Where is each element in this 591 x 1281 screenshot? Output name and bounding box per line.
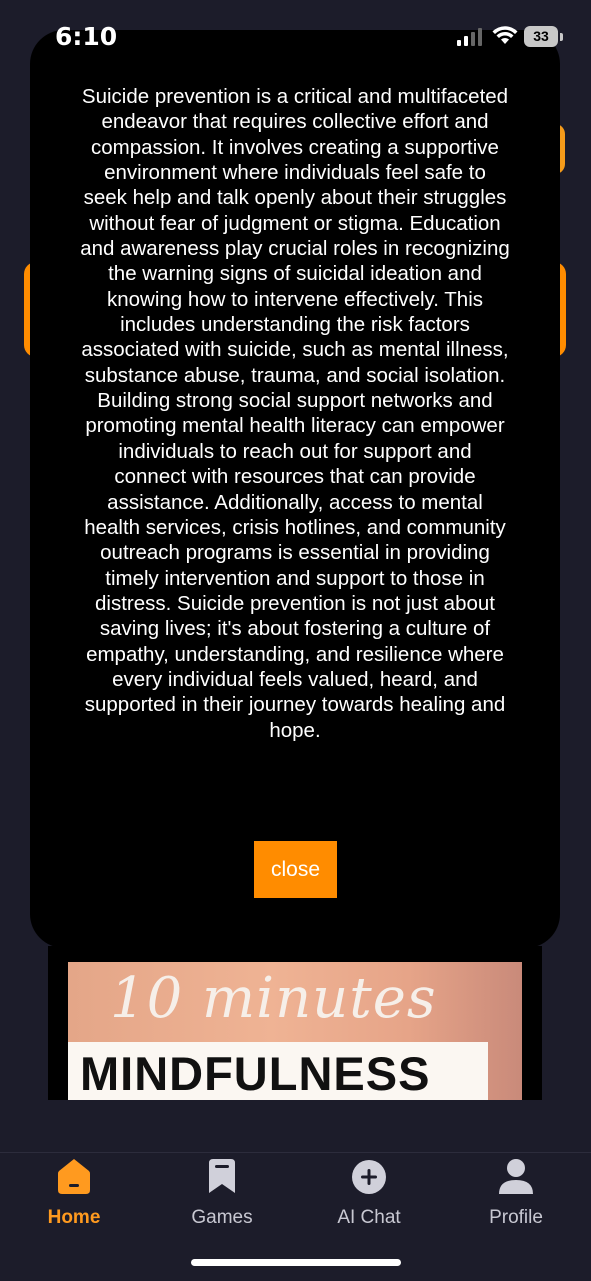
nav-label-home: Home [47, 1207, 101, 1228]
close-button[interactable]: close [254, 841, 337, 898]
bookmark-icon [209, 1159, 235, 1193]
cellular-signal-icon [457, 28, 482, 46]
nav-item-games[interactable]: Games [162, 1153, 282, 1243]
nav-label-games: Games [191, 1207, 253, 1228]
info-modal: Suicide prevention is a critical and mul… [30, 30, 560, 948]
person-icon [499, 1159, 533, 1194]
plus-circle-icon [352, 1160, 386, 1194]
thumbnail-subtitle: MINDFULNESS [80, 1047, 431, 1100]
home-icon [58, 1159, 90, 1194]
thumbnail-title: 10 minutes [110, 966, 437, 1031]
nav-label-ai-chat: AI Chat [337, 1207, 401, 1228]
nav-item-profile[interactable]: Profile [456, 1153, 576, 1243]
wifi-icon [492, 26, 518, 44]
nav-item-home[interactable]: Home [14, 1153, 134, 1243]
nav-label-profile: Profile [489, 1207, 543, 1228]
home-indicator[interactable] [191, 1259, 401, 1266]
battery-icon: 33 [524, 26, 558, 47]
modal-body-text: Suicide prevention is a critical and mul… [80, 85, 510, 742]
video-thumbnail[interactable]: 10 minutes MINDFULNESS [68, 962, 522, 1100]
nav-item-ai-chat[interactable]: AI Chat [309, 1153, 429, 1243]
status-bar: 6:10 33 [0, 0, 591, 70]
battery-tip [560, 33, 563, 41]
status-time: 6:10 [55, 22, 118, 51]
